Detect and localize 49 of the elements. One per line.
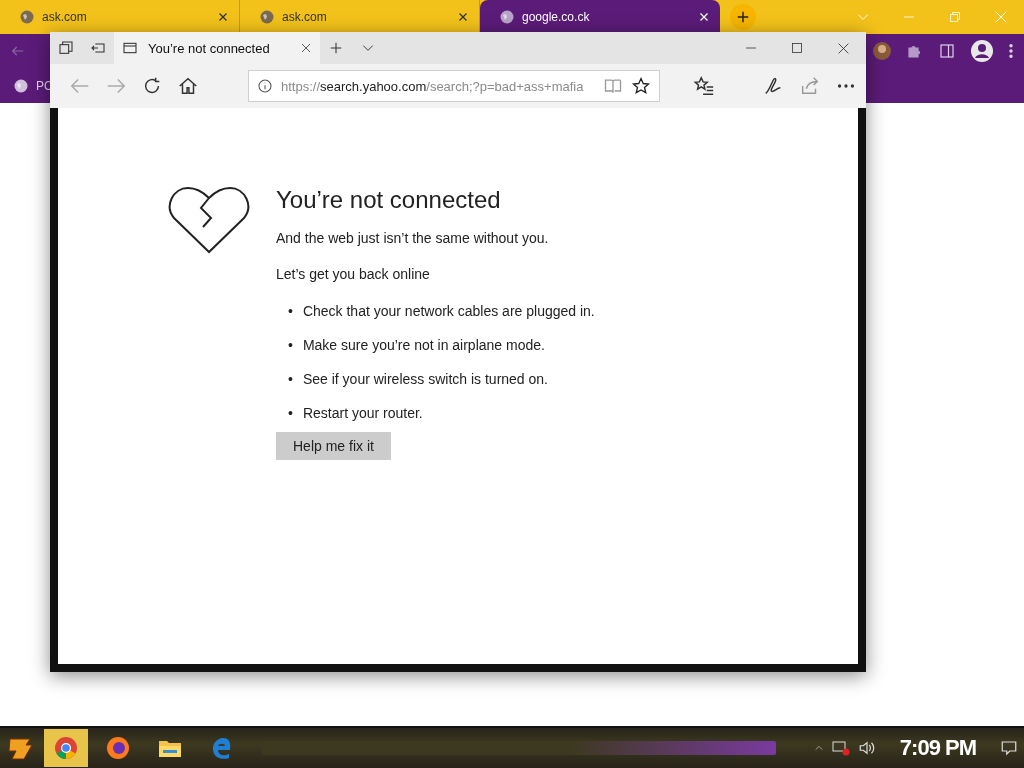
globe-icon — [500, 10, 514, 24]
chrome-icon — [54, 736, 78, 760]
maximize-icon[interactable] — [791, 42, 803, 54]
home-icon[interactable] — [177, 75, 199, 97]
bullet: • — [288, 370, 293, 388]
info-icon[interactable] — [257, 78, 273, 94]
tip-text: Restart your router. — [302, 404, 423, 422]
set-aside-tabs-icon[interactable] — [90, 40, 106, 56]
notification-icon[interactable] — [1000, 739, 1018, 757]
browser-tab[interactable]: google.co.ck — [480, 0, 720, 34]
globe-icon — [14, 78, 28, 93]
avatar-icon[interactable] — [872, 41, 892, 61]
globe-icon — [20, 10, 34, 24]
error-prompt: Let’s get you back online — [276, 266, 431, 282]
plus-icon[interactable] — [736, 10, 750, 24]
browser-tab[interactable]: You’re not connected — [114, 32, 320, 64]
network-offline-icon[interactable] — [831, 740, 850, 756]
error-title: You’re not connected — [276, 186, 502, 214]
help-fix-button[interactable]: Help me fix it — [276, 432, 391, 460]
firefox-icon — [106, 736, 130, 760]
bullet: • — [288, 404, 293, 422]
close-icon[interactable] — [300, 42, 312, 54]
volume-icon[interactable] — [857, 739, 876, 757]
menu-icon[interactable] — [1008, 42, 1014, 60]
profile-icon[interactable] — [970, 39, 994, 63]
tabs-icon[interactable] — [58, 40, 74, 56]
chevron-up-icon[interactable] — [813, 743, 824, 753]
sidebar-icon[interactable] — [938, 42, 956, 60]
close-icon[interactable] — [217, 11, 229, 23]
favorites-list-icon[interactable] — [693, 75, 715, 97]
share-icon[interactable] — [799, 75, 821, 97]
bullet: • — [288, 336, 293, 354]
clock[interactable]: 7:09 PM — [899, 735, 976, 761]
address-bar[interactable]: https://search.yahoo.com/search;?p=bad+ass+mafia — [248, 70, 660, 102]
page-icon[interactable] — [122, 40, 138, 56]
close-icon[interactable] — [457, 11, 469, 23]
broken-heart-icon — [168, 186, 250, 254]
tip-text: Check that your network cables are plugged in. — [302, 302, 595, 320]
plus-icon[interactable] — [328, 40, 344, 56]
url-text: https://search.yahoo.com/search;?p=bad+ass+mafia — [281, 78, 585, 94]
close-icon[interactable] — [836, 41, 850, 55]
tip-text: Make sure you’re not in airplane mode. — [302, 336, 545, 354]
new-tab-button[interactable] — [730, 4, 756, 30]
globe-icon — [260, 10, 274, 24]
error-subtitle: And the web just isn’t the same without you. — [276, 230, 550, 246]
tip-text: See if your wireless switch is turned on. — [302, 370, 548, 388]
folder-icon — [158, 738, 182, 758]
bullet: • — [288, 302, 293, 320]
star-icon[interactable] — [631, 76, 651, 96]
